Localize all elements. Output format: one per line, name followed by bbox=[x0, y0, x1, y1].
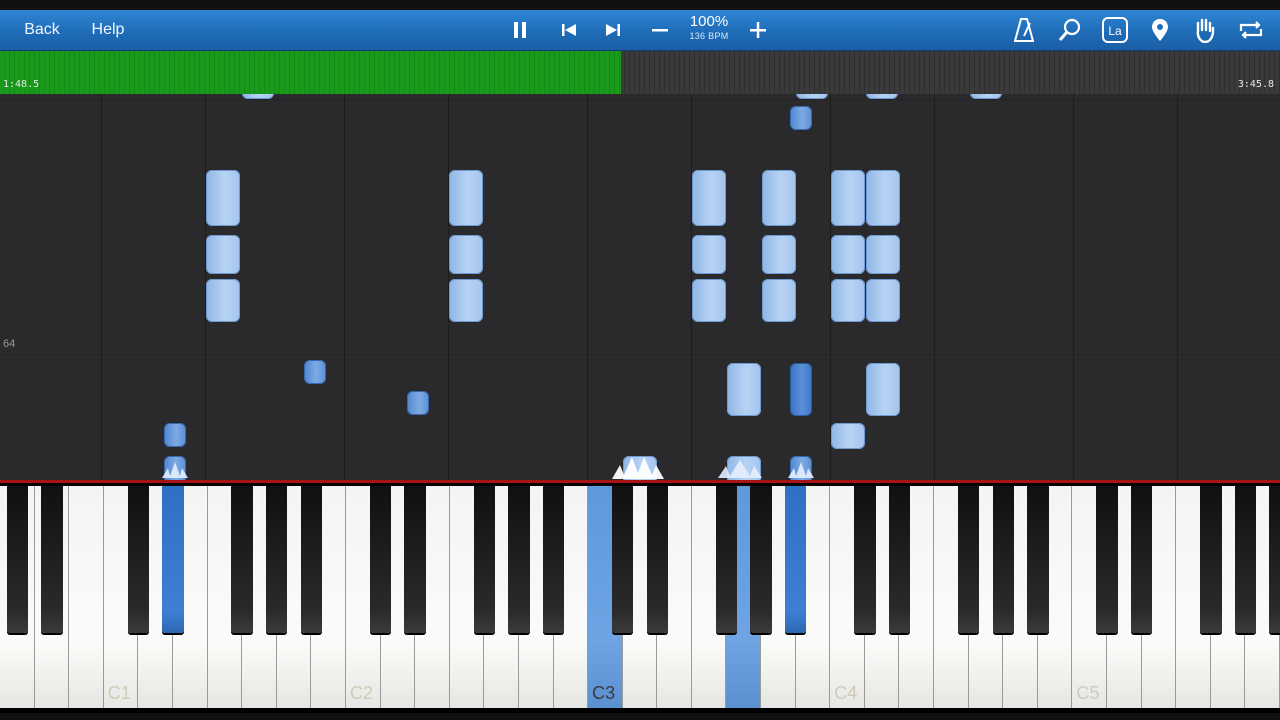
black-key[interactable] bbox=[162, 486, 184, 633]
black-key[interactable] bbox=[1130, 486, 1153, 633]
black-key[interactable] bbox=[957, 486, 980, 633]
octave-label-c4: C4 bbox=[834, 683, 858, 703]
black-key[interactable] bbox=[888, 486, 911, 633]
progress-fill bbox=[0, 51, 621, 94]
note bbox=[831, 279, 865, 322]
black-key[interactable] bbox=[404, 486, 426, 633]
note bbox=[866, 235, 900, 274]
label-la-icon[interactable]: La bbox=[1100, 10, 1130, 50]
note bbox=[304, 360, 326, 384]
black-key[interactable] bbox=[127, 486, 150, 633]
note bbox=[242, 94, 274, 99]
note bbox=[727, 363, 761, 416]
note bbox=[762, 235, 796, 274]
black-key[interactable] bbox=[854, 486, 876, 633]
black-key[interactable] bbox=[646, 486, 668, 633]
falling-notes-area: 64 bbox=[0, 94, 1280, 480]
note bbox=[866, 94, 898, 99]
note bbox=[796, 94, 828, 99]
octave-label-c2: C2 bbox=[349, 683, 373, 703]
black-key[interactable] bbox=[369, 486, 392, 633]
key-hit-sparkle bbox=[718, 460, 762, 478]
octave-label-c3: C3 bbox=[592, 683, 616, 703]
key-hit-sparkle bbox=[162, 462, 188, 478]
skip-back-icon[interactable] bbox=[556, 10, 582, 50]
black-key[interactable] bbox=[715, 486, 738, 633]
black-key[interactable] bbox=[1234, 486, 1257, 633]
note bbox=[206, 235, 240, 274]
note bbox=[831, 423, 865, 449]
black-key[interactable] bbox=[1269, 486, 1280, 633]
note bbox=[790, 106, 812, 130]
black-key[interactable] bbox=[266, 486, 288, 633]
plus-icon[interactable] bbox=[745, 10, 771, 50]
key-hit-sparkle bbox=[788, 462, 814, 478]
black-key[interactable] bbox=[784, 486, 807, 633]
tempo-display[interactable]: 100% 136 BPM bbox=[682, 14, 736, 42]
note bbox=[692, 235, 726, 274]
back-button[interactable]: Back bbox=[14, 10, 70, 50]
note bbox=[790, 363, 812, 416]
tempo-percent: 100% bbox=[689, 13, 729, 30]
measure-number: 64 bbox=[3, 338, 16, 350]
white-key[interactable] bbox=[69, 486, 104, 708]
note bbox=[449, 279, 483, 322]
black-key[interactable] bbox=[6, 486, 28, 633]
note bbox=[866, 170, 900, 226]
loop-icon[interactable] bbox=[1236, 10, 1266, 50]
octave-label-c5: C5 bbox=[1076, 683, 1100, 703]
total-time: 3:45.8 bbox=[1237, 79, 1274, 90]
black-key[interactable] bbox=[508, 486, 530, 633]
synthesia-app: Back Help 100% 136 BPM La 1:48.5 3:45.8 … bbox=[0, 0, 1280, 720]
note bbox=[831, 170, 865, 226]
help-button[interactable]: Help bbox=[80, 10, 136, 50]
note bbox=[762, 279, 796, 322]
black-key[interactable] bbox=[473, 486, 496, 633]
metronome-icon[interactable] bbox=[1010, 10, 1038, 50]
black-key[interactable] bbox=[611, 486, 634, 633]
note bbox=[692, 279, 726, 322]
note bbox=[762, 170, 796, 226]
key-hit-sparkle bbox=[612, 457, 664, 479]
note bbox=[692, 170, 726, 226]
black-key[interactable] bbox=[231, 486, 253, 633]
note bbox=[831, 235, 865, 274]
search-icon[interactable] bbox=[1055, 10, 1085, 50]
black-key[interactable] bbox=[992, 486, 1014, 633]
location-pin-icon[interactable] bbox=[1146, 10, 1174, 50]
black-key[interactable] bbox=[1096, 486, 1118, 633]
black-key[interactable] bbox=[750, 486, 772, 633]
tempo-bpm: 136 BPM bbox=[689, 31, 729, 41]
hand-icon[interactable] bbox=[1190, 10, 1220, 50]
note bbox=[970, 94, 1002, 99]
note bbox=[866, 363, 900, 416]
note bbox=[407, 391, 429, 415]
top-toolbar: Back Help 100% 136 BPM La bbox=[0, 10, 1280, 51]
black-key[interactable] bbox=[300, 486, 323, 633]
black-key[interactable] bbox=[542, 486, 565, 633]
piano-keyboard: C1 C2 C3 C4 C5 bbox=[0, 480, 1280, 713]
label-la-text: La bbox=[1108, 24, 1122, 38]
note bbox=[449, 170, 483, 226]
note bbox=[164, 423, 186, 447]
note bbox=[866, 279, 900, 322]
pause-icon[interactable] bbox=[506, 10, 534, 50]
note bbox=[449, 235, 483, 274]
note bbox=[206, 279, 240, 322]
black-key[interactable] bbox=[41, 486, 63, 633]
note bbox=[206, 170, 240, 226]
black-key[interactable] bbox=[1200, 486, 1222, 633]
song-progress-bar[interactable]: 1:48.5 3:45.8 bbox=[0, 51, 1280, 94]
black-key[interactable] bbox=[1027, 486, 1049, 633]
octave-label-c1: C1 bbox=[107, 683, 131, 703]
minus-icon[interactable] bbox=[647, 10, 673, 50]
current-time: 1:48.5 bbox=[3, 79, 40, 90]
skip-forward-icon[interactable] bbox=[600, 10, 626, 50]
